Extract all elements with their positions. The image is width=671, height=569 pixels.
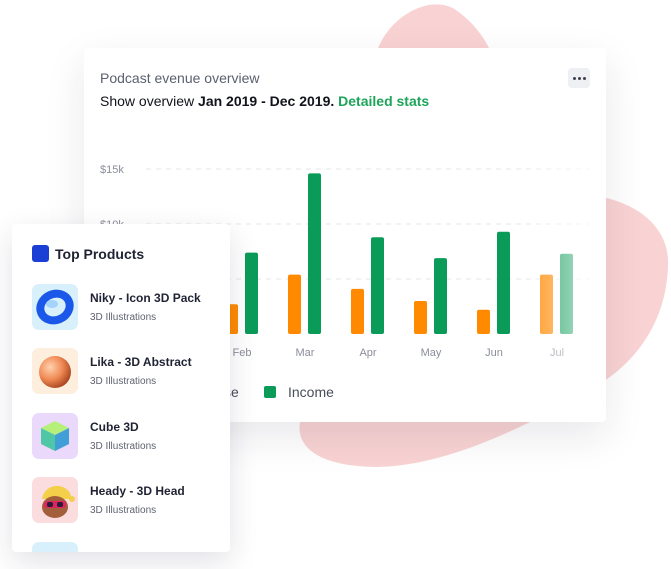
product-item[interactable]: Heady - 3D Head 3D Illustrations (32, 477, 222, 525)
detailed-stats-link[interactable]: Detailed stats (338, 93, 429, 109)
bar-expense-may[interactable] (414, 301, 427, 334)
bar-income-jun[interactable] (497, 231, 510, 334)
product-thumbnail (32, 348, 78, 394)
product-name: Heady - 3D Head (90, 484, 185, 498)
product-name: Lika - 3D Abstract (90, 355, 192, 369)
product-category: 3D Illustrations (90, 376, 157, 387)
product-category: 3D Illustrations (90, 312, 157, 323)
top-products-title: Top Products (55, 245, 145, 262)
card-title: Podcast evenue overview (100, 70, 260, 86)
x-tick-label: Apr (359, 347, 376, 359)
product-name: Niky - Icon 3D Pack (90, 291, 201, 305)
bar-expense-apr[interactable] (351, 288, 364, 334)
top-products-card: Top Products Niky - Icon 3D Pack 3D Illu… (12, 224, 230, 552)
x-tick-label: Jun (485, 347, 503, 359)
product-name: Cube 3D (90, 420, 139, 434)
x-tick-label: Feb (233, 347, 252, 359)
3d-sphere-icon (39, 356, 71, 388)
bar-expense-mar[interactable] (288, 274, 301, 334)
3d-head-icon (42, 485, 75, 518)
square-icon (32, 245, 49, 262)
card-subtitle: Show overview Jan 2019 - Dec 2019. Detai… (100, 93, 429, 109)
legend-income[interactable]: Income (264, 384, 334, 400)
product-thumbnail (32, 413, 78, 459)
product-item[interactable]: Niky - Icon 3D Pack 3D Illustrations (32, 284, 222, 332)
bar-income-feb[interactable] (245, 252, 258, 334)
bar-income-may[interactable] (434, 258, 447, 334)
bar-expense-jun[interactable] (477, 309, 490, 334)
product-item-partial[interactable] (32, 542, 222, 552)
x-tick-label: Jul (550, 347, 564, 359)
product-item[interactable]: Lika - 3D Abstract 3D Illustrations (32, 348, 222, 396)
product-thumbnail (32, 477, 78, 523)
more-horizontal-icon (582, 76, 586, 80)
legend-income-swatch (264, 386, 276, 398)
legend-income-label: Income (288, 384, 334, 400)
bar-income-mar[interactable] (308, 173, 321, 334)
subtitle-prefix: Show overview (100, 93, 195, 109)
more-horizontal-icon (572, 76, 576, 80)
y-tick-label: $15k (100, 164, 124, 176)
x-tick-label: Mar (296, 347, 315, 359)
3d-cube-icon (41, 421, 69, 451)
bar-income-jul[interactable] (560, 253, 573, 334)
bar-income-apr[interactable] (371, 237, 384, 334)
product-category: 3D Illustrations (90, 505, 157, 516)
top-products-header: Top Products (32, 245, 144, 262)
3d-ring-icon (36, 289, 74, 325)
bar-expense-jul[interactable] (540, 274, 553, 334)
product-thumbnail (32, 284, 78, 330)
x-tick-label: May (421, 347, 442, 359)
more-horizontal-icon (577, 76, 581, 80)
subtitle-dates: Jan 2019 - Dec 2019. (198, 93, 335, 109)
product-category: 3D Illustrations (90, 441, 157, 452)
more-options-button[interactable] (568, 68, 590, 88)
product-item[interactable]: Cube 3D 3D Illustrations (32, 413, 222, 461)
product-thumbnail (32, 542, 78, 552)
